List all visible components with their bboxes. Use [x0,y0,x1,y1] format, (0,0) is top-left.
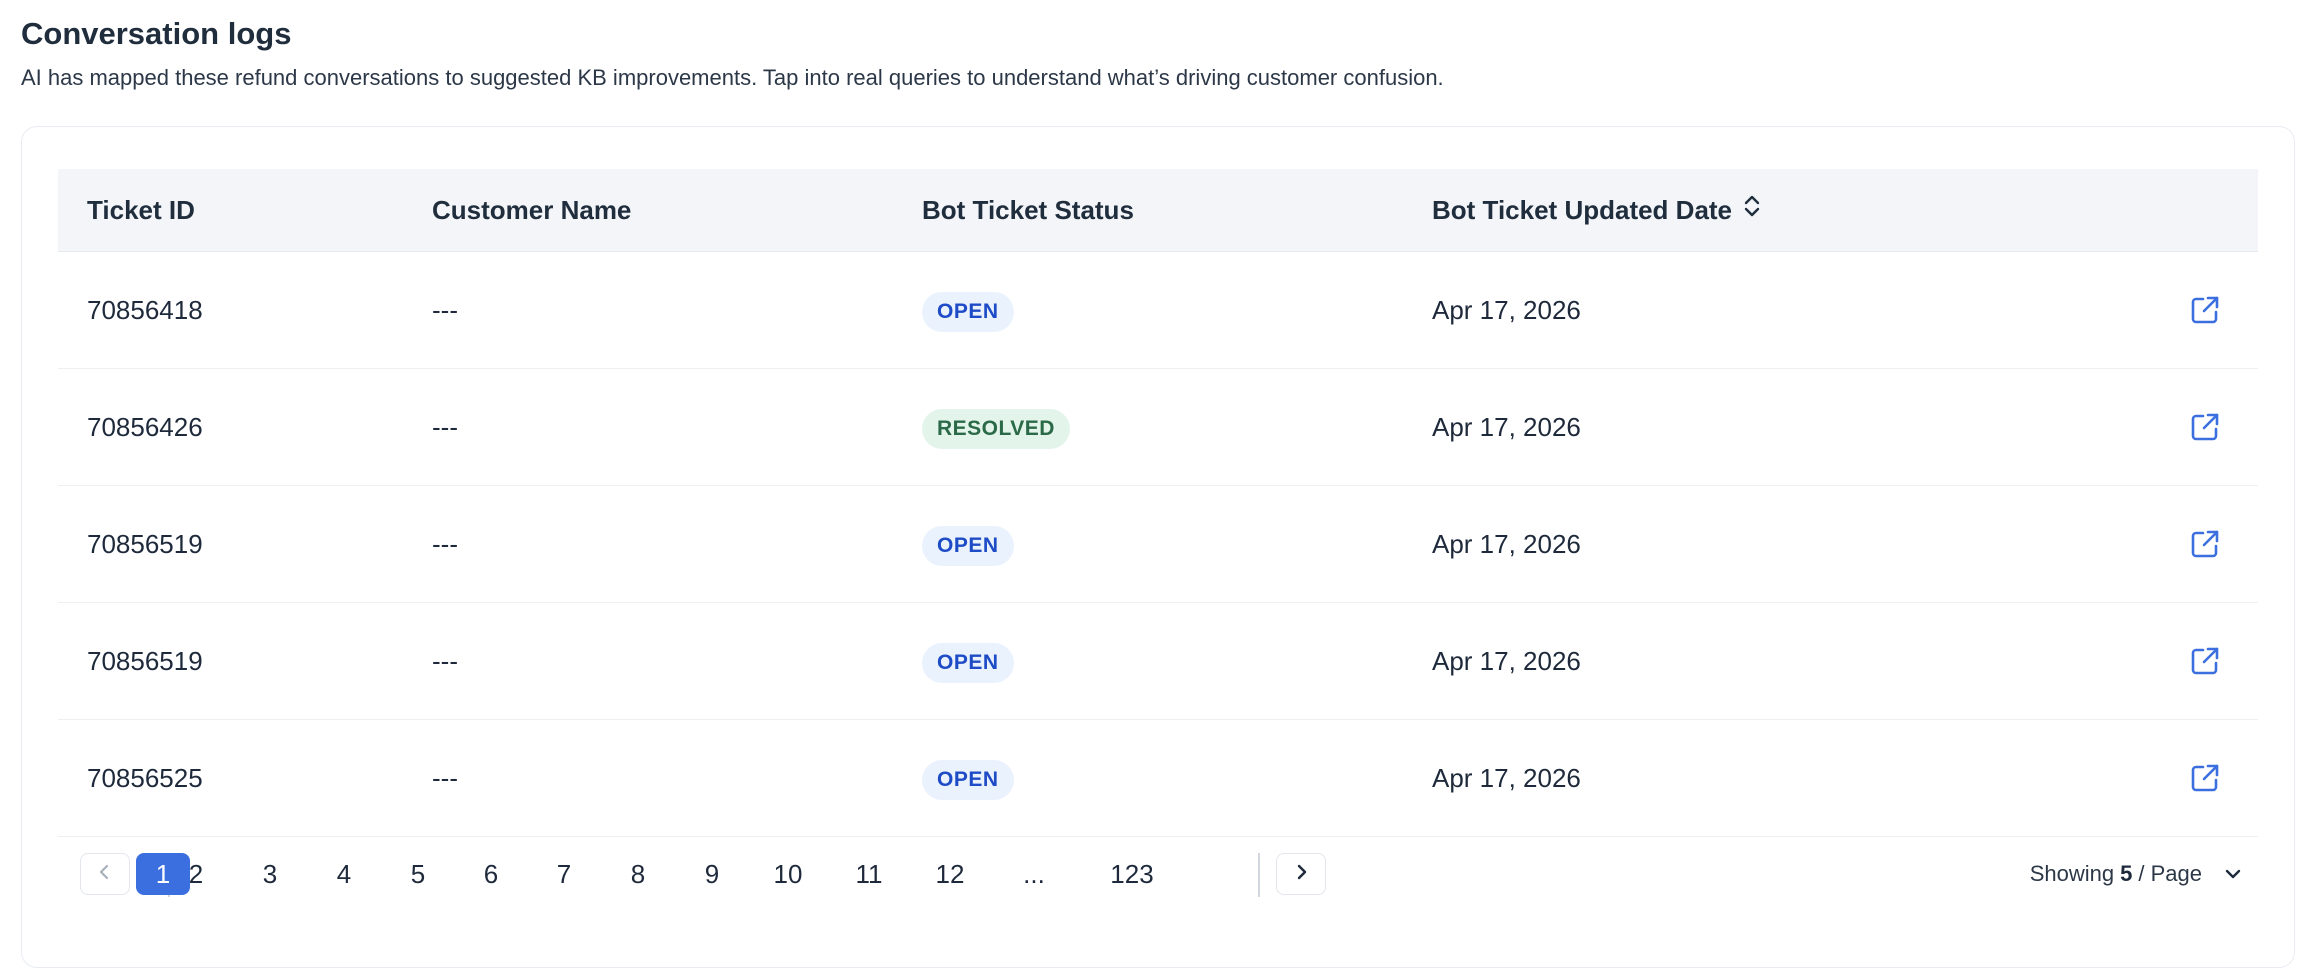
updated-date-cell: Apr 17, 2026 [1432,529,1581,559]
pagination: 1 2 3 4 5 6 7 8 9 10 11 12... 123 Showing 5 / Page [80,853,2280,897]
page-button-3[interactable]: 3 [250,853,290,895]
status-cell: OPEN [922,603,1014,719]
showing-label: Showing [2029,861,2115,886]
customer-name-cell: --- [432,412,458,442]
table-header-row: Ticket ID Customer Name Bot Ticket Statu… [58,169,2258,252]
page-size-value: 5 [2120,861,2133,886]
page-button-9[interactable]: 9 [692,853,732,895]
column-header-ticket-id: Ticket ID [87,195,195,225]
next-page-button[interactable] [1276,853,1326,895]
customer-name-cell: --- [432,529,458,559]
ticket-id-cell: 70856418 [87,295,203,325]
external-link-icon[interactable] [2188,410,2222,444]
chevron-right-icon [1293,863,1309,886]
column-header-updated-date-label: Bot Ticket Updated Date [1432,195,1733,225]
page-button-11[interactable]: 11 [844,853,894,895]
table-row: 70856426 --- RESOLVED Apr 17, 2026 [58,369,2258,486]
external-link-icon[interactable] [2188,293,2222,327]
page-button-2[interactable]: 2 [176,853,216,895]
ticket-id-cell: 70856426 [87,412,203,442]
page-subtitle: AI has mapped these refund conversations… [21,65,1444,90]
status-badge: OPEN [922,643,1014,684]
updated-date-cell: Apr 17, 2026 [1432,295,1581,325]
sort-icon[interactable] [1742,169,1762,251]
table-row: 70856519 --- OPEN Apr 17, 2026 [58,486,2258,603]
table-row: 70856525 --- OPEN Apr 17, 2026 [58,720,2258,837]
page-title: Conversation logs [21,16,292,51]
status-cell: RESOLVED [922,369,1070,485]
ticket-id-cell: 70856525 [87,763,203,793]
chevron-left-icon [97,863,113,886]
status-badge: OPEN [922,526,1014,567]
column-header-customer-name: Customer Name [432,195,632,225]
page-header: Conversation logs AI has mapped these re… [21,14,1444,92]
table-row: 70856519 --- OPEN Apr 17, 2026 [58,603,2258,720]
chevron-down-icon [2224,867,2242,881]
external-link-icon[interactable] [2188,527,2222,561]
status-cell: OPEN [922,252,1014,368]
page-button-12[interactable]: 12 [925,853,975,895]
status-badge: OPEN [922,292,1014,333]
page-button-7[interactable]: 7 [544,853,584,895]
page-ellipsis: ... [1023,859,1045,889]
updated-date-cell: Apr 17, 2026 [1432,412,1581,442]
column-header-updated-date[interactable]: Bot Ticket Updated Date [1432,169,1762,251]
status-cell: OPEN [922,720,1014,836]
conversation-table: Ticket ID Customer Name Bot Ticket Statu… [58,169,2258,837]
table-row: 70856418 --- OPEN Apr 17, 2026 [58,252,2258,369]
external-link-icon[interactable] [2188,644,2222,678]
prev-page-button[interactable] [80,853,130,895]
status-badge: OPEN [922,760,1014,801]
ticket-id-cell: 70856519 [87,529,203,559]
customer-name-cell: --- [432,295,458,325]
page-size-selector[interactable]: Showing 5 / Page [2030,853,2242,895]
column-header-status: Bot Ticket Status [922,195,1134,225]
page-button-4[interactable]: 4 [324,853,364,895]
external-link-icon[interactable] [2188,761,2222,795]
customer-name-cell: --- [432,646,458,676]
page-button-10[interactable]: 10 [763,853,813,895]
customer-name-cell: --- [432,763,458,793]
updated-date-cell: Apr 17, 2026 [1432,763,1581,793]
conversation-logs-card: Ticket ID Customer Name Bot Ticket Statu… [21,126,2295,968]
page-button-123[interactable]: 123 [1097,853,1167,895]
updated-date-cell: Apr 17, 2026 [1432,646,1581,676]
ticket-id-cell: 70856519 [87,646,203,676]
page-size-suffix: / Page [2138,861,2202,886]
page-button-5[interactable]: 5 [398,853,438,895]
page-button-6[interactable]: 6 [471,853,511,895]
table-body: 70856418 --- OPEN Apr 17, 2026 70856426 --- RE… [58,252,2258,837]
status-badge: RESOLVED [922,409,1070,450]
page-button-8[interactable]: 8 [618,853,658,895]
status-cell: OPEN [922,486,1014,602]
pagination-divider [1258,853,1260,897]
